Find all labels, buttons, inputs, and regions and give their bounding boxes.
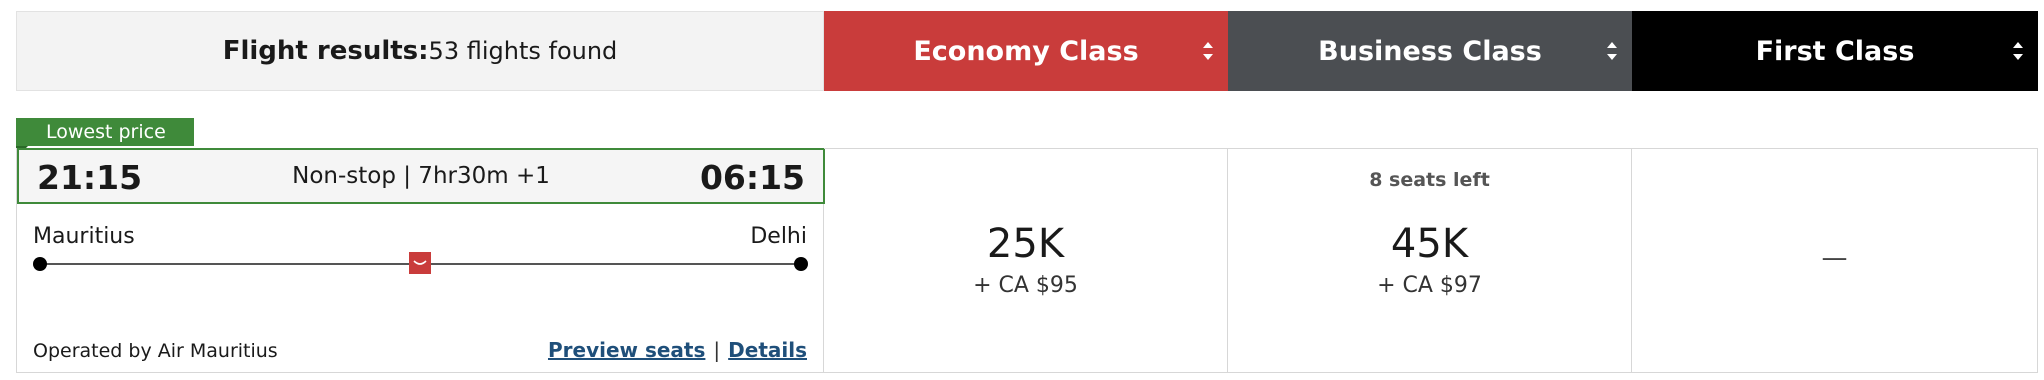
origin-dot-icon [33,257,47,271]
destination-city: Delhi [750,224,807,249]
flight-results-summary: Flight results: 53 flights found [16,11,824,91]
first-class-sort-button[interactable]: First Class [1632,11,2038,91]
business-class-sort-button[interactable]: Business Class [1228,11,1632,91]
sort-icon [1607,42,1617,60]
sort-icon [2013,42,2023,60]
flight-result-row: Lowest price 21:15 Non-stop | 7hr30m +1 … [16,118,2038,373]
operated-by: Operated by Air Mauritius [33,340,278,362]
flight-time-bar: 21:15 Non-stop | 7hr30m +1 06:15 [17,148,825,204]
destination-dot-icon [794,257,808,271]
arrival-time: 06:15 [699,158,805,197]
sort-icon [1203,42,1213,60]
business-seats-left: 8 seats left [1369,169,1490,191]
flight-itinerary-card: 21:15 Non-stop | 7hr30m +1 06:15 Mauriti… [16,148,825,373]
economy-class-sort-button[interactable]: Economy Class [824,11,1228,91]
first-fare-cell: — [1632,148,2038,373]
details-link[interactable]: Details [728,338,807,362]
results-count: 53 flights found [428,37,618,65]
first-unavailable: — [1821,243,1848,273]
flight-links: Preview seats | Details [548,338,807,362]
business-tax: + CA $97 [1377,273,1482,298]
preview-seats-link[interactable]: Preview seats [548,338,705,362]
air-mauritius-logo-icon [409,252,431,274]
business-miles: 45K [1390,221,1469,267]
economy-fare-cell[interactable]: 25K + CA $95 [824,148,1228,373]
results-header: Flight results: 53 flights found Economy … [16,11,2038,91]
economy-miles: 25K [986,221,1065,267]
lowest-price-badge: Lowest price [16,118,194,146]
economy-tax: + CA $95 [973,273,1078,298]
paille-en-queue-icon [413,260,427,265]
results-label: Flight results: [222,36,429,66]
business-fare-cell[interactable]: 8 seats left 45K + CA $97 [1228,148,1632,373]
economy-class-label: Economy Class [913,35,1139,67]
business-class-label: Business Class [1318,35,1542,67]
origin-city: Mauritius [33,224,135,249]
link-separator: | [713,338,721,362]
first-class-label: First Class [1755,35,1915,67]
